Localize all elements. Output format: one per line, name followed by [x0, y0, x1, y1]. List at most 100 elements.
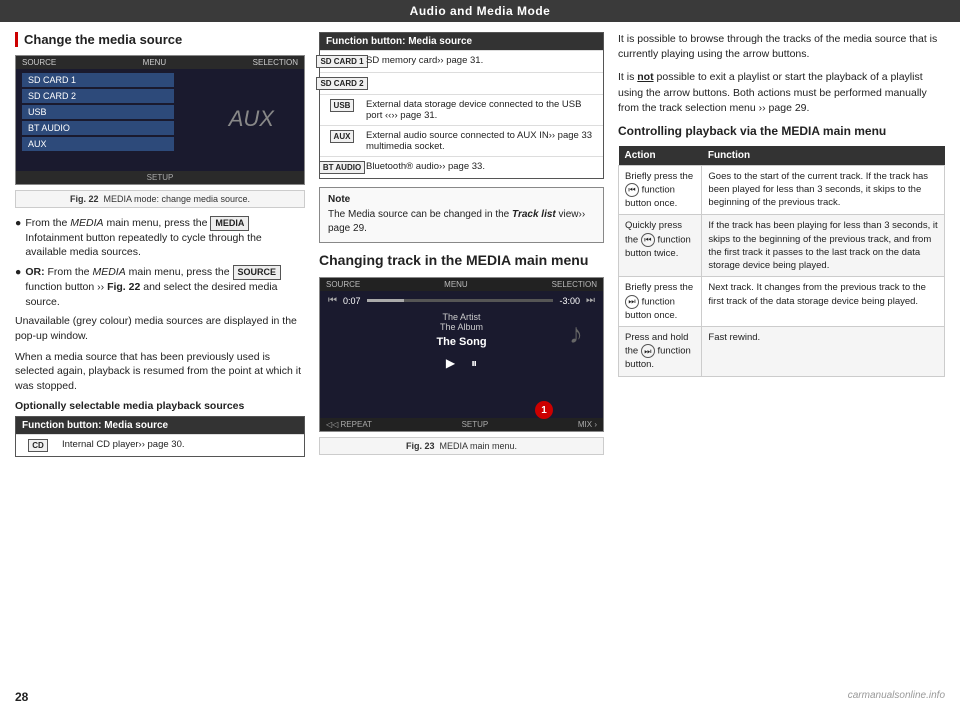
function-box-2-header: Function button: Media source	[320, 33, 603, 50]
func-row-aux: AUX External audio source connected to A…	[320, 125, 603, 156]
left-column: Change the media source SOURCE MENU SELE…	[15, 32, 305, 676]
screen-menu-item-aux: AUX	[22, 137, 174, 151]
aux-icon-box: AUX	[330, 130, 355, 143]
btaudio-icon-box: BT AUDIO	[319, 161, 365, 174]
func-text-aux: External audio source connected to AUX I…	[366, 130, 597, 152]
mms-time: 0:07	[343, 296, 361, 306]
func-row-usb: USB External data storage device connect…	[320, 94, 603, 125]
mms-selection-label: SELECTION	[552, 280, 597, 289]
table-row-1: Briefly press the ⏮ function button once…	[619, 165, 945, 215]
func-row-btaudio: BT AUDIO Bluetooth® audio›› page 33.	[320, 156, 603, 178]
media-screen-fig22: SOURCE MENU SELECTION SD CARD 1 SD CARD …	[15, 55, 305, 185]
table-cell-action-4: Press and hold the ⏭ function button.	[619, 327, 702, 377]
mms-source-label: SOURCE	[326, 280, 360, 289]
mms-neg-time: -3:00	[559, 296, 580, 306]
next-icon-1: ⏭	[625, 295, 639, 309]
media-button: MEDIA	[210, 216, 249, 231]
mms-prev-icon: ⏮	[328, 295, 337, 306]
screen-menu-label: MENU	[143, 58, 167, 67]
mms-progress-fill	[367, 299, 404, 302]
mms-top-bar: SOURCE MENU SELECTION	[320, 278, 603, 291]
func-text-cd: Internal CD player›› page 30.	[62, 439, 185, 450]
middle-section-title: Changing track in the MEDIA main menu	[319, 251, 604, 269]
table-cell-function-3: Next track. It changes from the previous…	[702, 277, 945, 327]
subsection-title: Optionally selectable media playback sou…	[15, 400, 305, 412]
func-icon-sdcard2: SD CARD 2	[326, 77, 358, 90]
cd-icon-box: CD	[28, 439, 48, 452]
func-icon-aux: AUX	[326, 130, 358, 143]
mms-next-icon: ⏭	[586, 295, 595, 306]
source-button: SOURCE	[233, 265, 282, 280]
right-body-2: It is not possible to exit a playlist or…	[618, 70, 945, 116]
mms-song: The Song	[320, 334, 603, 352]
screen-top-bar: SOURCE MENU SELECTION	[16, 56, 304, 69]
table-cell-action-3: Briefly press the ⏭ function button once…	[619, 277, 702, 327]
screen-aux-label: AUX	[229, 106, 274, 132]
left-section-title: Change the media source	[15, 32, 305, 47]
screen-menu-item-usb: USB	[22, 105, 174, 119]
bullet-dot-2: ●	[15, 265, 21, 309]
func-row-sdcard2: SD CARD 2	[320, 72, 603, 94]
mms-mix-label: MIX ›	[578, 420, 597, 429]
header-bar: Audio and Media Mode	[0, 0, 960, 22]
right-column: It is possible to browse through the tra…	[618, 32, 945, 676]
mms-artist-area: The Artist The Album	[320, 310, 603, 334]
mms-artist: The Artist	[320, 312, 603, 322]
mms-album: The Album	[320, 322, 603, 332]
table-cell-function-1: Goes to the start of the current track. …	[702, 165, 945, 215]
fig23-caption: Fig. 23 MEDIA main menu.	[319, 437, 604, 455]
screen-menu-item-btaudio: BT AUDIO	[22, 121, 174, 135]
middle-column: Function button: Media source SD CARD 1 …	[319, 32, 604, 676]
mms-play-icon: ▶	[446, 356, 455, 371]
body-text-3: Unavailable (grey colour) media sources …	[15, 314, 305, 343]
screen-selection-label: SELECTION	[253, 58, 298, 67]
body-text-2-content: OR: From the MEDIA main menu, press the …	[25, 265, 305, 309]
func-icon-btaudio: BT AUDIO	[326, 161, 358, 174]
prev-icon-1: ⏮	[625, 183, 639, 197]
media-main-screen-fig23: SOURCE MENU SELECTION ⏮ 0:07 -3:00 ⏭ The…	[319, 277, 604, 432]
header-title: Audio and Media Mode	[410, 4, 551, 18]
function-box-1-header: Function button: Media source	[16, 417, 304, 434]
content-area: Change the media source SOURCE MENU SELE…	[0, 22, 960, 686]
fig22-caption: Fig. 22 MEDIA mode: change media source.	[15, 190, 305, 208]
control-table: Action Function Briefly press the ⏮ func…	[618, 146, 945, 377]
mms-setup-label: SETUP	[462, 420, 489, 429]
screen-menu-item-sdcard2: SD CARD 2	[22, 89, 174, 103]
mms-bottom-bar: ◁◁ REPEAT SETUP MIX ›	[320, 418, 603, 431]
usb-icon-box: USB	[330, 99, 355, 112]
bullet-dot-1: ●	[15, 216, 21, 260]
func-row-sdcard1: SD CARD 1 SD memory card›› page 31.	[320, 50, 603, 72]
table-cell-action-2: Quickly press the ⏮ function button twic…	[619, 215, 702, 277]
table-row-3: Briefly press the ⏭ function button once…	[619, 277, 945, 327]
prev-icon-2: ⏮	[641, 233, 655, 247]
mms-controls-row: ⏮ 0:07 -3:00 ⏭	[320, 291, 603, 310]
page-number: 28	[15, 690, 28, 704]
table-row-4: Press and hold the ⏭ function button. Fa…	[619, 327, 945, 377]
function-box-2: Function button: Media source SD CARD 1 …	[319, 32, 604, 179]
table-cell-function-2: If the track has been playing for less t…	[702, 215, 945, 277]
controlling-title: Controlling playback via the MEDIA main …	[618, 124, 945, 140]
table-cell-action-1: Briefly press the ⏮ function button once…	[619, 165, 702, 215]
mms-playback-row: ▶ ⏸	[320, 352, 603, 375]
func-icon-sdcard1: SD CARD 1	[326, 55, 358, 68]
table-row-2: Quickly press the ⏮ function button twic…	[619, 215, 945, 277]
circle-num-1: 1	[535, 401, 553, 419]
func-icon-cd: CD	[22, 439, 54, 452]
screen-source-label: SOURCE	[22, 58, 56, 67]
note-box-text: The Media source can be changed in the T…	[328, 208, 595, 236]
body-text-1: ● From the MEDIA main menu, press the ME…	[15, 216, 305, 260]
table-header-action: Action	[619, 146, 702, 166]
mms-pause-icon: ⏸	[471, 356, 477, 371]
func-text-btaudio: Bluetooth® audio›› page 33.	[366, 161, 485, 172]
note-box: Note The Media source can be changed in …	[319, 187, 604, 243]
watermark: carmanualsonline.info	[848, 690, 945, 704]
func-text-sdcard1: SD memory card›› page 31.	[366, 55, 483, 66]
func-text-usb: External data storage device connected t…	[366, 99, 597, 121]
mms-progress-bar	[367, 299, 554, 302]
function-row-cd: CD Internal CD player›› page 30.	[16, 434, 304, 456]
mms-music-note-icon: ♪	[569, 318, 583, 350]
table-cell-function-4: Fast rewind.	[702, 327, 945, 377]
body-text-4: When a media source that has been previo…	[15, 350, 305, 394]
not-text: not	[637, 71, 653, 83]
mms-repeat-label: ◁◁ REPEAT	[326, 420, 372, 429]
